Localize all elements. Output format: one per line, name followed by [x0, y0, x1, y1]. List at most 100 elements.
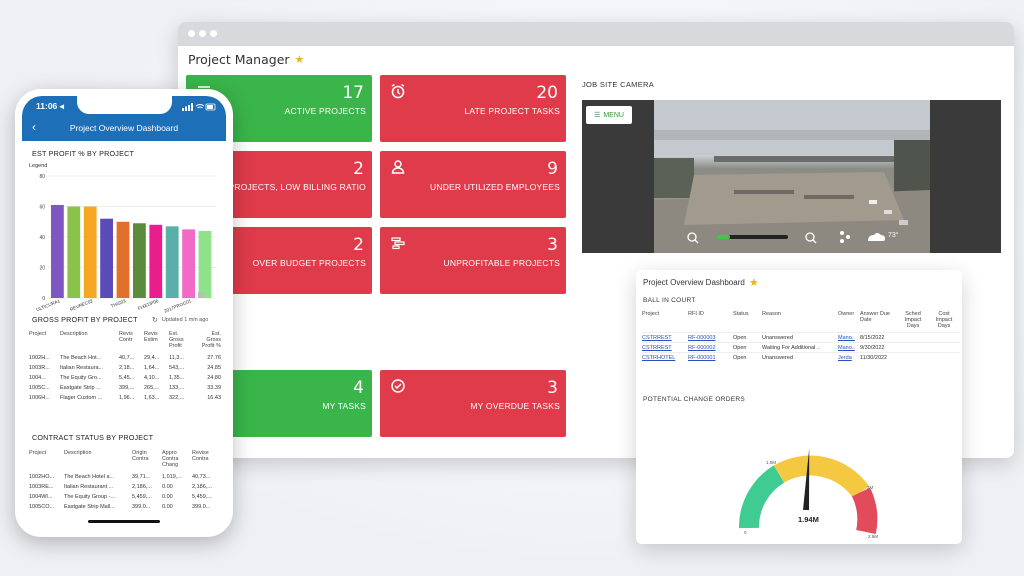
- bar[interactable]: [165, 226, 179, 298]
- tile-value: 9: [547, 159, 558, 179]
- table-row[interactable]: 1004... The Equity Gro... 5,45... 4,10... 1,…: [29, 373, 223, 383]
- window-dot-icon[interactable]: [188, 30, 195, 37]
- chart-yticks: 0 20 40 60 80: [39, 174, 45, 302]
- table-row[interactable]: 1003R... Italian Restaura... 2,18... 1,64..…: [29, 363, 223, 373]
- column-header[interactable]: Cost Impact Days: [930, 311, 960, 333]
- table-row[interactable]: CSTRHOTEL RF-000001 Open Unanswered Jerd…: [642, 352, 960, 362]
- tile-value: 20: [536, 83, 558, 103]
- table-row[interactable]: 1003RE... Italian Restaurant ... 2,186,...…: [29, 482, 223, 492]
- column-header[interactable]: Est. Gross Profit: [169, 331, 196, 353]
- zoom-slider[interactable]: [716, 233, 788, 241]
- camera-menu-button[interactable]: ☰ MENU: [586, 106, 632, 124]
- tile-my-overdue-tasks[interactable]: 3 MY OVERDUE TASKS: [380, 370, 566, 437]
- column-header[interactable]: RFI ID: [688, 311, 733, 333]
- table-cell: 1,63...: [144, 395, 160, 401]
- rfi-link[interactable]: RF-000003: [688, 332, 733, 343]
- table-cell: 1,019,...: [162, 474, 182, 480]
- favorite-star-icon[interactable]: ★: [295, 53, 305, 66]
- window-dot-icon[interactable]: [199, 30, 206, 37]
- owner-link[interactable]: Mano..: [838, 332, 860, 343]
- phone-title: Project Overview Dashboard: [69, 123, 179, 133]
- column-header[interactable]: Project: [642, 311, 688, 333]
- column-header[interactable]: Revis Estim: [144, 331, 169, 353]
- column-header[interactable]: Origin Contra: [132, 450, 162, 472]
- table-cell: 2,186,...: [132, 484, 152, 490]
- contract-status-table: Project Description Origin Contra Appro …: [29, 450, 223, 512]
- table-row[interactable]: CSTRREST RF-000002 Open Waiting For Addi…: [642, 342, 960, 353]
- bar[interactable]: [182, 229, 195, 298]
- tile-under-utilized-employees[interactable]: 9 UNDER UTILIZED EMPLOYEES: [380, 151, 566, 218]
- table-row[interactable]: 1006H... Flager Custom ... 1,96... 1,63... 3…: [29, 393, 223, 403]
- column-header[interactable]: Description: [64, 450, 132, 472]
- column-header[interactable]: Reason: [762, 311, 838, 333]
- zoom-in-icon[interactable]: [804, 229, 818, 243]
- table-cell: 40,7...: [119, 355, 135, 361]
- change-orders-gauge: 0 1.0M 2M 2.6M 1.94M: [739, 448, 878, 539]
- refresh-icon[interactable]: ↻: [152, 316, 158, 324]
- gauge-tick: 1.0M: [766, 460, 776, 465]
- table-cell: Open: [733, 352, 762, 362]
- column-header[interactable]: Est. Gross Profit %: [196, 331, 223, 353]
- chart-title: EST PROFIT % BY PROJECT: [32, 149, 135, 158]
- column-header[interactable]: Sched Impact Days: [898, 311, 930, 333]
- owner-link[interactable]: Jerda: [838, 352, 860, 362]
- gauge-tick: 2M: [867, 485, 874, 490]
- chart-bars: [51, 204, 212, 299]
- table-cell: 399.0...: [192, 504, 211, 510]
- check-circle-icon: [391, 379, 405, 393]
- rfi-link[interactable]: RF-000002: [688, 342, 733, 353]
- column-header[interactable]: Project: [29, 331, 60, 353]
- table-cell: 1005C...: [29, 385, 50, 391]
- table-cell: 24.85: [207, 365, 221, 371]
- tile-value: 2: [353, 235, 364, 255]
- job-site-camera[interactable]: ☰ MENU 73°: [582, 100, 1001, 253]
- bar[interactable]: [67, 206, 81, 299]
- table-row[interactable]: 1004WI... The Equity Group -... 5,459,... 0…: [29, 492, 223, 502]
- table-row[interactable]: 1005C... Eastgate Strip ... 399,... 265,...…: [29, 383, 223, 393]
- project-link[interactable]: CSTRHOTEL: [642, 352, 688, 362]
- table-row[interactable]: CSTRREST RF-000003 Open Unanswered Mano.…: [642, 332, 960, 343]
- table-row[interactable]: 1005CO... Eastgate Strip Mall... 399.0... 0…: [29, 502, 223, 512]
- table-cell: 1003R...: [29, 365, 50, 371]
- window-dot-icon[interactable]: [210, 30, 217, 37]
- column-header[interactable]: Project: [29, 450, 64, 472]
- zoom-out-icon[interactable]: [686, 229, 700, 243]
- table-cell: The Beach Hotel a...: [64, 474, 115, 480]
- chart-expand-icon[interactable]: [198, 292, 204, 298]
- profit-bar-chart: 0 20 40 60 80 ULTICURA1 REVREC02 THIS03 FIXEDP0…: [36, 174, 216, 314]
- bar[interactable]: [83, 206, 97, 299]
- table-cell: 399,...: [119, 385, 135, 391]
- bar[interactable]: [51, 204, 64, 298]
- table-cell: 29,4...: [144, 355, 160, 361]
- table-row[interactable]: 1002HO... The Beach Hotel a... 39,71... 1,0…: [29, 472, 223, 482]
- project-link[interactable]: CSTRREST: [642, 332, 688, 343]
- rfi-table: Project RFI ID Status Reason Owner Answe…: [642, 311, 960, 362]
- home-indicator[interactable]: [88, 520, 160, 523]
- gauge-segment: [851, 487, 878, 535]
- tile-label: MY TASKS: [322, 401, 366, 411]
- x-tick-label: FIXEDP06: [137, 298, 159, 311]
- status-time: 11:06 ◂: [36, 101, 64, 111]
- bar[interactable]: [149, 224, 163, 298]
- tile-late-project-tasks[interactable]: 20 LATE PROJECT TASKS: [380, 75, 566, 142]
- column-header[interactable]: Answer Due Date: [860, 311, 898, 333]
- table-row[interactable]: 1002H... The Beach Hot... 40,7... 29,4... 11…: [29, 353, 223, 363]
- owner-link[interactable]: Mano..: [838, 342, 860, 353]
- favorite-star-icon[interactable]: ★: [749, 276, 759, 289]
- column-header[interactable]: Description: [60, 331, 119, 353]
- rfi-link[interactable]: RF-000001: [688, 352, 733, 362]
- gantt-icon: [391, 237, 405, 250]
- column-header[interactable]: Revise Contra: [192, 450, 223, 472]
- column-header[interactable]: Appro Contra Chang: [162, 450, 192, 472]
- table-cell: 40,73...: [192, 474, 211, 480]
- bar[interactable]: [100, 218, 113, 298]
- bar[interactable]: [116, 221, 130, 298]
- column-header[interactable]: Status: [733, 311, 762, 333]
- tile-unprofitable-projects[interactable]: 3 UNPROFITABLE PROJECTS: [380, 227, 566, 294]
- share-icon[interactable]: [838, 229, 852, 243]
- column-header[interactable]: Owner: [838, 311, 860, 333]
- column-header[interactable]: Revis Contr: [119, 331, 144, 353]
- bar[interactable]: [198, 230, 212, 298]
- project-link[interactable]: CSTRREST: [642, 342, 688, 353]
- bar[interactable]: [133, 223, 146, 298]
